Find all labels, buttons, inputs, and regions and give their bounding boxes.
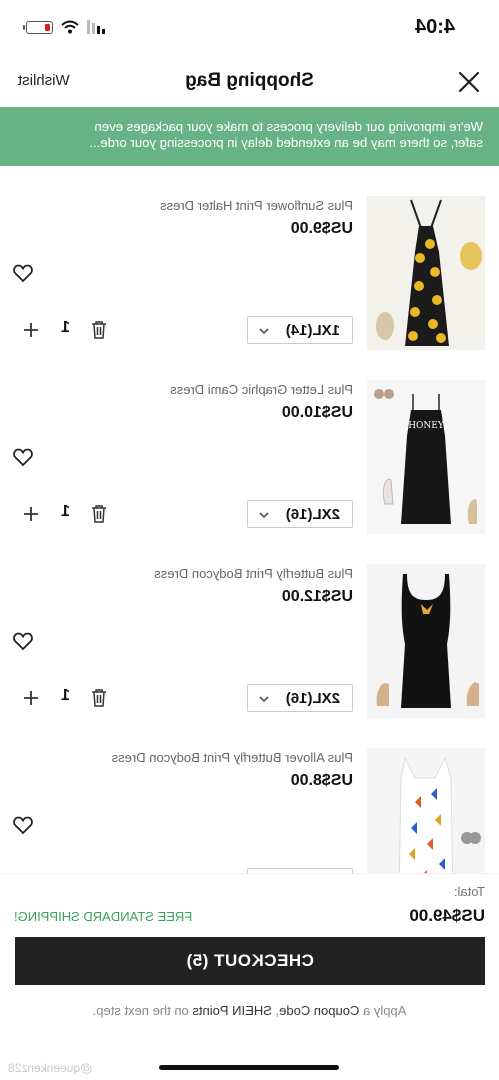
- dress-print-text: HONEY: [408, 421, 445, 431]
- coupon-separator: ,: [271, 1003, 280, 1018]
- quantity-value: 1: [61, 503, 70, 520]
- plus-icon[interactable]: [21, 688, 41, 708]
- free-shipping-notice: FREE STANDARD SHIPPING!: [14, 909, 193, 924]
- heart-icon[interactable]: [12, 630, 34, 652]
- product-image[interactable]: HONEY: [367, 380, 485, 534]
- heart-icon[interactable]: [12, 814, 34, 836]
- checkout-footer: Total: US$49.00 FREE STANDARD SHIPPING! …: [0, 873, 499, 1080]
- banner-line-2: safer, so there may be an extended delay…: [89, 135, 483, 150]
- wifi-icon: [61, 20, 79, 34]
- bag-item: Plus Butterfly Print Bodycon Dress US$12…: [0, 548, 499, 732]
- shein-points-label: SHEIN Points: [192, 1003, 272, 1018]
- trash-icon[interactable]: [90, 504, 108, 524]
- size-dropdown[interactable]: 2XL(16): [247, 684, 353, 712]
- heart-icon[interactable]: [12, 262, 34, 284]
- bag-item: Plus Sunflower Print Halter Dress US$9.0…: [0, 180, 499, 364]
- product-image[interactable]: [367, 564, 485, 718]
- product-image[interactable]: [367, 196, 485, 350]
- coupon-suffix: on the next step.: [92, 1003, 193, 1018]
- coupon-prefix: Apply a: [359, 1003, 407, 1018]
- product-price: US$12.00: [281, 588, 353, 605]
- plus-icon[interactable]: [21, 504, 41, 524]
- heart-icon[interactable]: [12, 446, 34, 468]
- size-dropdown[interactable]: 2XL(16): [247, 500, 353, 528]
- bag-item: HONEY Plus Letter Graphic Cami Dress US$…: [0, 364, 499, 548]
- trash-icon[interactable]: [90, 320, 108, 340]
- status-icons: [26, 20, 105, 34]
- product-name[interactable]: Plus Allover Butterfly Print Bodycon Dre…: [112, 750, 353, 765]
- home-indicator[interactable]: [159, 1065, 339, 1070]
- status-time: 4:04: [414, 16, 455, 38]
- coupon-code-label: Coupon Code: [279, 1003, 360, 1018]
- page-title: Shopping Bag: [185, 70, 314, 91]
- total-label: Total:: [453, 884, 485, 899]
- product-name[interactable]: Plus Butterfly Print Bodycon Dress: [154, 566, 353, 581]
- size-value: 2XL(16): [285, 506, 340, 523]
- bag-item: Plus Allover Butterfly Print Bodycon Dre…: [0, 732, 499, 873]
- bag-item-list[interactable]: Plus Sunflower Print Halter Dress US$9.0…: [0, 180, 499, 873]
- product-price: US$10.00: [281, 404, 353, 421]
- banner-line-1: We're improving our delivery process to …: [94, 119, 483, 134]
- battery-level: [45, 23, 50, 31]
- product-name[interactable]: Plus Sunflower Print Halter Dress: [160, 198, 353, 213]
- chevron-down-icon: [259, 512, 269, 519]
- product-image[interactable]: [367, 748, 485, 873]
- trash-icon[interactable]: [90, 688, 108, 708]
- nav-header: Shopping Bag Wishlist: [0, 60, 499, 104]
- status-bar: 4:04: [0, 0, 499, 60]
- coupon-note: Apply a Coupon Code, SHEIN Points on the…: [0, 1003, 499, 1018]
- wishlist-link[interactable]: Wishlist: [18, 72, 70, 89]
- product-price: US$8.00: [290, 772, 353, 789]
- watermark: @queenkenz28: [8, 1061, 93, 1075]
- chevron-down-icon: [259, 328, 269, 335]
- total-value: US$49.00: [409, 906, 485, 925]
- quantity-value: 1: [61, 319, 70, 336]
- size-value: 2XL(16): [285, 690, 340, 707]
- size-dropdown[interactable]: 1XL(14): [247, 316, 353, 344]
- quantity-value: 1: [61, 687, 70, 704]
- mirrored-screen: 4:04 Shopping Bag Wishlist We're improvi…: [0, 0, 499, 1080]
- battery-icon: [26, 20, 53, 34]
- product-name[interactable]: Plus Letter Graphic Cami Dress: [170, 382, 353, 397]
- product-price: US$9.00: [290, 220, 353, 237]
- plus-icon[interactable]: [21, 320, 41, 340]
- checkout-button[interactable]: CHECKOUT (5): [15, 937, 485, 985]
- size-value: 1XL(14): [285, 322, 340, 339]
- delivery-notice-banner[interactable]: We're improving our delivery process to …: [0, 107, 499, 166]
- chevron-down-icon: [259, 696, 269, 703]
- cellular-signal-icon: [87, 20, 105, 34]
